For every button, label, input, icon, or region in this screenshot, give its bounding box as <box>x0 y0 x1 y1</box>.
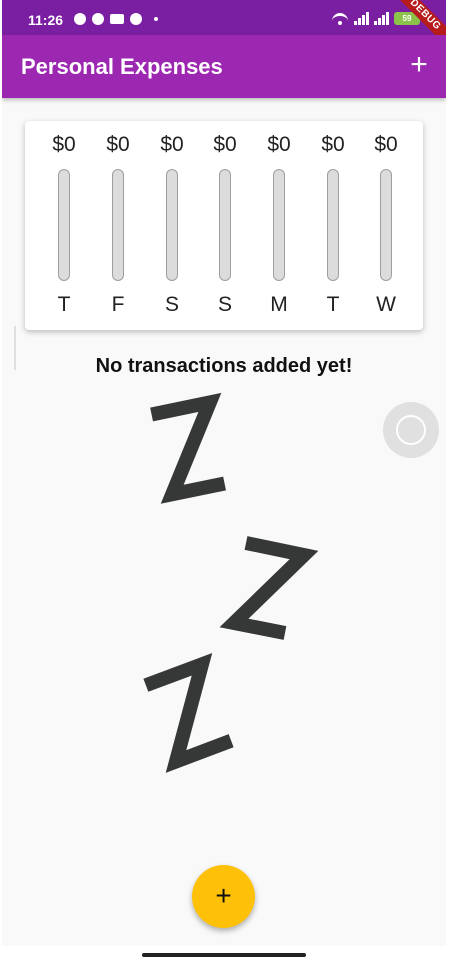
status-icons-right: 59 <box>331 11 420 25</box>
day-bar <box>166 169 178 281</box>
sync-icon <box>130 13 142 25</box>
chart-day-column: $0 F <box>93 121 143 330</box>
app-screen: 11:26 59 DEBUG Personal Expenses + $0 T … <box>2 0 446 968</box>
status-time: 11:26 <box>28 12 64 28</box>
plus-icon: + <box>410 48 428 81</box>
home-indicator[interactable] <box>142 953 306 957</box>
letter-z <box>219 536 319 640</box>
day-label: S <box>164 293 179 316</box>
signal-icon <box>374 12 389 25</box>
status-bar: 11:26 59 DEBUG <box>2 0 446 59</box>
day-amount: $0 <box>160 133 184 156</box>
day-bar <box>273 169 285 281</box>
day-label: S <box>217 293 232 316</box>
sleep-zzz-illustration <box>143 392 319 773</box>
chart-day-column: $0 W <box>361 121 411 330</box>
day-label: F <box>111 293 125 316</box>
shield-icon <box>92 13 104 25</box>
chart-day-column: $0 M <box>254 121 304 330</box>
day-bar <box>327 169 339 281</box>
navigation-bar <box>2 946 446 968</box>
chart-day-column: $0 S <box>200 121 250 330</box>
assistive-touch-button[interactable] <box>383 402 439 458</box>
day-amount: $0 <box>374 133 398 156</box>
day-bar <box>58 169 70 281</box>
dot-icon <box>154 17 158 21</box>
empty-state-message: No transactions added yet! <box>95 355 353 377</box>
chart-day-column: $0 T <box>308 121 358 330</box>
signal-icon <box>354 12 369 25</box>
letter-z <box>143 652 234 773</box>
chart-day-column: $0 S <box>147 121 197 330</box>
letter-z <box>150 392 226 504</box>
day-bar <box>219 169 231 281</box>
day-label: T <box>57 293 71 316</box>
day-amount: $0 <box>106 133 130 156</box>
alarm-icon <box>74 13 86 25</box>
day-amount: $0 <box>267 133 291 156</box>
day-bar <box>112 169 124 281</box>
add-transaction-fab[interactable]: + <box>192 865 255 928</box>
day-label: W <box>376 293 396 316</box>
day-label: T <box>326 293 340 316</box>
video-icon <box>110 14 124 24</box>
plus-icon: + <box>215 880 232 911</box>
weekly-chart-card: $0 T $0 F $0 S $0 S $0 M $0 T $0 W <box>25 121 423 330</box>
day-bar <box>380 169 392 281</box>
chart-day-column: $0 T <box>39 121 89 330</box>
day-amount: $0 <box>321 133 345 156</box>
day-amount: $0 <box>213 133 237 156</box>
status-icons-left <box>74 13 158 25</box>
add-transaction-button[interactable]: + <box>402 49 436 83</box>
day-amount: $0 <box>52 133 76 156</box>
app-bar: Personal Expenses + <box>2 35 446 98</box>
wifi-icon <box>331 11 349 25</box>
day-label: M <box>270 293 288 316</box>
app-title: Personal Expenses <box>21 54 223 79</box>
